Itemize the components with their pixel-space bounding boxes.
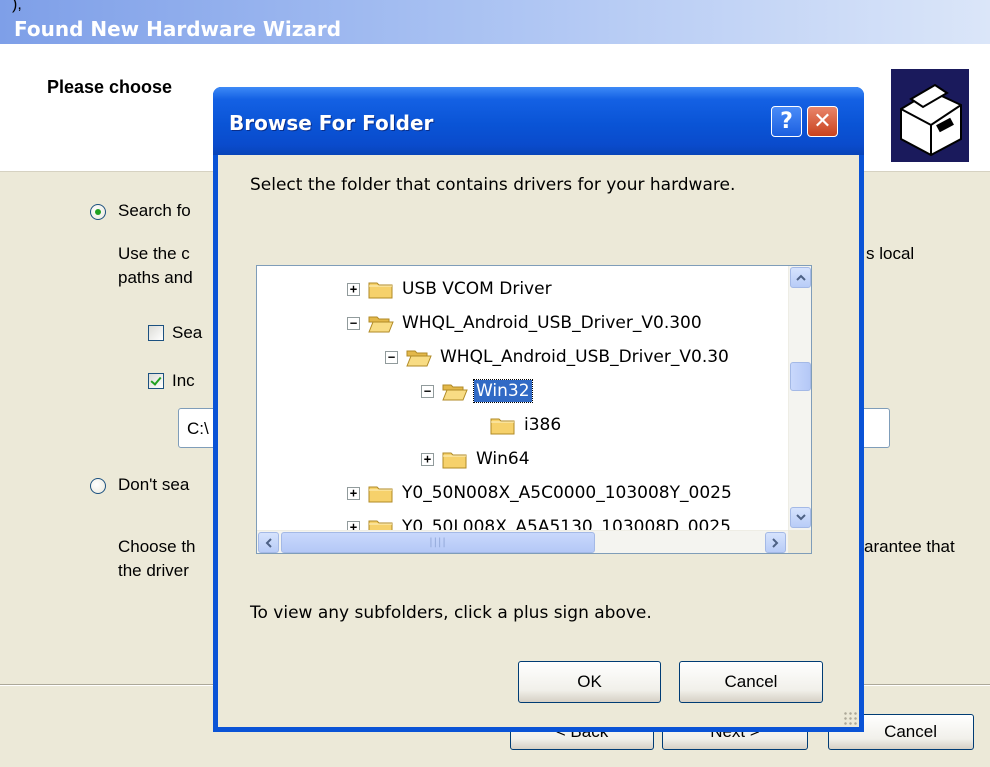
- wizard-heading: Please choose: [47, 77, 173, 97]
- dialog-titlebar[interactable]: Browse For Folder ? ✕: [213, 87, 864, 155]
- plus-box-icon[interactable]: +: [347, 520, 360, 530]
- include-location-checkbox[interactable]: [148, 373, 164, 389]
- tree-item-label: Y0_50L008X_A5A5130_103008D_0025: [402, 517, 731, 530]
- tree-item-label: WHQL_Android_USB_Driver_V0.30: [440, 347, 729, 367]
- plus-box-icon[interactable]: +: [347, 486, 360, 500]
- tree-item-label: USB VCOM Driver: [402, 279, 552, 299]
- folder-tree[interactable]: + USB VCOM Driver − WHQL_Android_USB_Dri…: [256, 265, 812, 554]
- folder-open-icon: [442, 381, 468, 401]
- cancel-button[interactable]: Cancel: [679, 661, 823, 703]
- dont-search-radio[interactable]: [90, 478, 106, 494]
- search-option-desc-right: s local: [866, 244, 915, 263]
- horizontal-scroll-thumb[interactable]: ||||: [281, 532, 595, 553]
- search-option-desc: Use the c: [118, 244, 190, 263]
- search-removable-checkbox[interactable]: [148, 325, 164, 341]
- scroll-grip: ||||: [429, 537, 447, 548]
- tree-item-whql-30[interactable]: − WHQL_Android_USB_Driver_V0.30: [385, 340, 731, 374]
- dialog-title: Browse For Folder: [229, 111, 434, 135]
- close-button[interactable]: ✕: [807, 106, 838, 137]
- folder-tree-viewport: + USB VCOM Driver − WHQL_Android_USB_Dri…: [257, 266, 788, 530]
- question-mark-icon: ?: [780, 109, 793, 134]
- tree-item-label: Win64: [476, 449, 530, 469]
- tree-item-win32[interactable]: − Win32: [421, 374, 533, 408]
- search-option-desc-2: paths and: [118, 268, 193, 287]
- wizard-titlebar: ), Found New Hardware Wizard: [0, 0, 990, 44]
- include-location-label: Inc: [172, 371, 195, 390]
- minus-box-icon[interactable]: −: [421, 384, 434, 398]
- scroll-up-button[interactable]: [790, 267, 811, 288]
- tree-item-label: Y0_50N008X_A5C0000_103008Y_0025: [402, 483, 732, 503]
- dont-search-desc-right: arantee that: [864, 537, 955, 556]
- tree-vertical-scrollbar[interactable]: [788, 266, 811, 530]
- close-icon: ✕: [813, 109, 832, 134]
- search-option-label: Search fo: [118, 201, 191, 220]
- tree-item-label: i386: [524, 415, 562, 435]
- browse-for-folder-dialog: Browse For Folder ? ✕ Select the folder …: [213, 87, 864, 732]
- wizard-top-cropped-text: ),: [12, 0, 22, 13]
- tree-item-usb-vcom[interactable]: + USB VCOM Driver: [347, 272, 554, 306]
- minus-box-icon[interactable]: −: [347, 316, 360, 330]
- scrollbar-corner: [788, 530, 811, 553]
- dialog-hint: To view any subfolders, click a plus sig…: [250, 603, 652, 623]
- tree-item-label-selected: Win32: [473, 379, 533, 403]
- dialog-client-area: Select the folder that contains drivers …: [218, 155, 859, 727]
- minus-box-icon[interactable]: −: [385, 350, 398, 364]
- plus-box-icon[interactable]: +: [421, 452, 434, 466]
- tree-item-y0-50l[interactable]: + Y0_50L008X_A5A5130_103008D_0025: [347, 510, 733, 530]
- tree-item-y0-50n[interactable]: + Y0_50N008X_A5C0000_103008Y_0025: [347, 476, 734, 510]
- chevron-right-icon: [772, 537, 779, 548]
- folder-closed-icon: [368, 517, 394, 530]
- wizard-title: Found New Hardware Wizard: [14, 17, 342, 41]
- dialog-instruction: Select the folder that contains drivers …: [250, 175, 736, 195]
- chevron-down-icon: [795, 514, 806, 521]
- search-removable-label: Sea: [172, 323, 203, 342]
- folder-closed-icon: [490, 415, 516, 435]
- dont-search-desc: Choose th: [118, 537, 196, 556]
- search-radio[interactable]: [90, 204, 106, 220]
- tree-horizontal-scrollbar[interactable]: ||||: [257, 530, 788, 553]
- scroll-left-button[interactable]: [258, 532, 279, 553]
- tree-item-whql-300[interactable]: − WHQL_Android_USB_Driver_V0.300: [347, 306, 704, 340]
- tree-item-win64[interactable]: + Win64: [421, 442, 532, 476]
- plus-box-icon[interactable]: +: [347, 282, 360, 296]
- chevron-up-icon: [795, 274, 806, 281]
- folder-closed-icon: [368, 279, 394, 299]
- path-value: C:\: [187, 419, 209, 438]
- vertical-scroll-thumb[interactable]: [790, 362, 811, 391]
- folder-open-icon: [406, 347, 432, 367]
- chevron-left-icon: [265, 537, 272, 548]
- dont-search-desc-2: the driver: [118, 561, 189, 580]
- hardware-box-icon: [891, 69, 969, 162]
- scroll-down-button[interactable]: [790, 507, 811, 528]
- tree-item-label: WHQL_Android_USB_Driver_V0.300: [402, 313, 702, 333]
- folder-closed-icon: [442, 449, 468, 469]
- folder-closed-icon: [368, 483, 394, 503]
- tree-item-i386[interactable]: i386: [490, 408, 563, 442]
- dont-search-label: Don't sea: [118, 475, 190, 494]
- help-button[interactable]: ?: [771, 106, 802, 137]
- ok-button[interactable]: OK: [518, 661, 661, 703]
- folder-open-icon: [368, 313, 394, 333]
- resize-grip[interactable]: [843, 711, 857, 725]
- scroll-right-button[interactable]: [765, 532, 786, 553]
